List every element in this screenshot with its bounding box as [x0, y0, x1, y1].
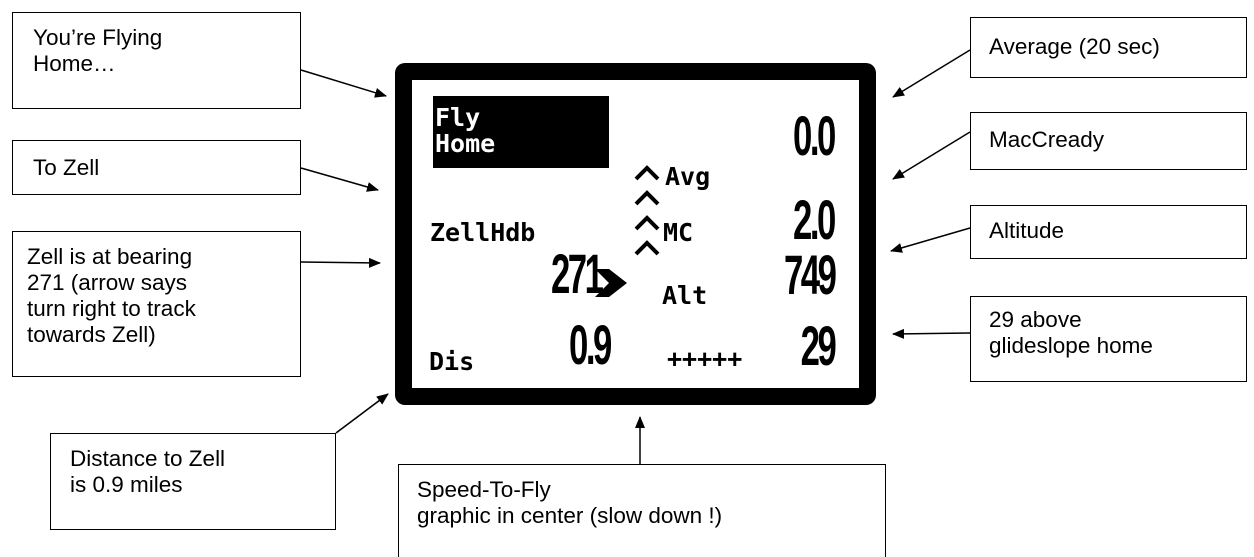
callout-flying-home-line2: Home… [33, 51, 116, 76]
callout-bearing-line2: 271 (arrow says [27, 270, 188, 295]
mode-line1: Fly [435, 103, 481, 132]
arrow-glideslope [892, 328, 971, 339]
callout-average-line1: Average (20 sec) [989, 34, 1160, 59]
callout-average: Average (20 sec) [970, 17, 1247, 78]
callout-maccready-line1: MacCready [989, 127, 1105, 152]
arrow-bearing [300, 257, 381, 268]
arrow-altitude [890, 227, 971, 253]
arrow-to-zell [300, 167, 379, 192]
flight-computer-display: Fly Home Avg 0.0 ZellHdb MC 2.0 271 Alt … [395, 63, 876, 405]
callout-glideslope-line1: 29 above [989, 307, 1082, 332]
mc-label: MC [663, 218, 694, 247]
callout-altitude-line1: Altitude [989, 218, 1065, 243]
callout-to-zell: To Zell [12, 140, 301, 195]
callout-to-zell-line1: To Zell [33, 155, 100, 180]
waypoint-label: ZellHdb [430, 218, 536, 247]
callout-speed-to-fly-line1: Speed-To-Fly [417, 477, 551, 502]
glide-bar: +++++ [667, 344, 743, 373]
chevron-up-icon [634, 215, 660, 231]
arrow-distance [335, 393, 389, 434]
callout-bearing-line3: turn right to track [27, 296, 196, 321]
mode-line2: Home [435, 129, 496, 158]
callout-flying-home-line1: You’re Flying [33, 25, 163, 50]
alt-value: 749 [783, 243, 837, 306]
chevron-up-icon [634, 165, 660, 181]
callout-speed-to-fly: Speed-To-Fly graphic in center (slow dow… [398, 464, 886, 557]
callout-glideslope: 29 above glideslope home [970, 296, 1247, 382]
arrow-flying-home [300, 69, 387, 98]
avg-value: 0.0 [793, 104, 836, 167]
chevron-up-icon [634, 240, 660, 256]
chevron-up-icon [634, 190, 660, 206]
callout-bearing-line1: Zell is at bearing [27, 244, 193, 269]
callout-distance-line1: Distance to Zell [70, 446, 226, 471]
callout-bearing-line4: towards Zell) [27, 322, 156, 347]
avg-label: Avg [665, 162, 711, 191]
callout-speed-to-fly-line2: graphic in center (slow down !) [417, 503, 723, 528]
callout-flying-home: You’re Flying Home… [12, 12, 301, 109]
mode-indicator: Fly Home [433, 96, 609, 168]
arrow-average [892, 49, 971, 98]
dis-value: 0.9 [569, 313, 612, 376]
arrow-right-icon [595, 269, 627, 297]
bearing-value: 271 [550, 242, 604, 305]
dis-label: Dis [429, 347, 475, 376]
callout-altitude: Altitude [970, 205, 1247, 259]
callout-distance-line2: is 0.9 miles [70, 472, 183, 497]
mc-value: 2.0 [793, 188, 836, 251]
callout-glideslope-line2: glideslope home [989, 333, 1153, 358]
glide-value: 29 [800, 314, 836, 377]
callout-distance: Distance to Zell is 0.9 miles [50, 433, 336, 530]
callout-maccready: MacCready [970, 112, 1247, 170]
arrow-maccready [892, 131, 971, 180]
callout-bearing: Zell is at bearing 271 (arrow says turn … [12, 231, 301, 377]
alt-label: Alt [662, 281, 708, 310]
